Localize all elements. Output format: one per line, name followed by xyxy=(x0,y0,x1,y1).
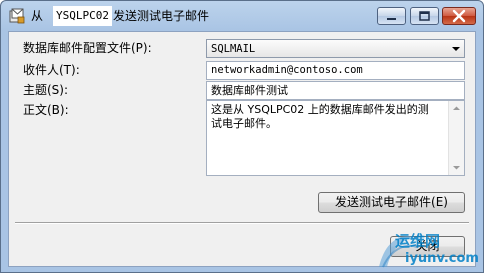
maximize-icon xyxy=(419,11,430,21)
body-text: 这是从 YSQLPC02 上的数据库邮件发出的测试电子邮件。 xyxy=(211,103,429,130)
window-title-prefix: 从 xyxy=(31,9,44,23)
title-bar[interactable]: 从 YSQLPC02 发送测试电子邮件 xyxy=(1,1,483,31)
close-window-button[interactable] xyxy=(442,7,476,25)
watermark-text-1: 运维网 xyxy=(395,232,441,250)
scroll-down-icon[interactable] xyxy=(449,160,464,175)
dialog-window: 从 YSQLPC02 发送测试电子邮件 数据库邮件配置文件(P): SQLMAI… xyxy=(0,0,484,273)
profile-select-value: SQLMAIL xyxy=(211,43,256,55)
watermark-text-2: iyunv.com xyxy=(405,251,479,266)
mail-app-icon xyxy=(9,8,25,24)
minimize-button[interactable] xyxy=(377,7,406,25)
body-label: 正文(B): xyxy=(23,103,69,117)
recipients-input[interactable]: networkadmin@contoso.com xyxy=(206,61,465,80)
chevron-down-icon[interactable] xyxy=(448,40,464,57)
subject-input[interactable]: 数据库邮件测试 xyxy=(206,81,465,100)
send-test-email-button[interactable]: 发送测试电子邮件(E) xyxy=(318,192,465,213)
scroll-up-icon[interactable] xyxy=(449,101,464,116)
subject-label: 主题(S): xyxy=(23,83,69,97)
body-scrollbar[interactable] xyxy=(448,101,464,175)
profile-select[interactable]: SQLMAIL xyxy=(206,39,465,58)
body-textarea[interactable]: 这是从 YSQLPC02 上的数据库邮件发出的测试电子邮件。 xyxy=(206,100,465,176)
profile-label: 数据库邮件配置文件(P): xyxy=(23,41,152,55)
divider xyxy=(15,222,469,224)
window-title-server: YSQLPC02 xyxy=(53,6,112,26)
minimize-icon xyxy=(387,18,396,20)
close-icon xyxy=(452,9,466,23)
window-title-suffix: 发送测试电子邮件 xyxy=(113,9,210,23)
maximize-button[interactable] xyxy=(410,7,439,25)
recipients-label: 收件人(T): xyxy=(23,63,80,77)
